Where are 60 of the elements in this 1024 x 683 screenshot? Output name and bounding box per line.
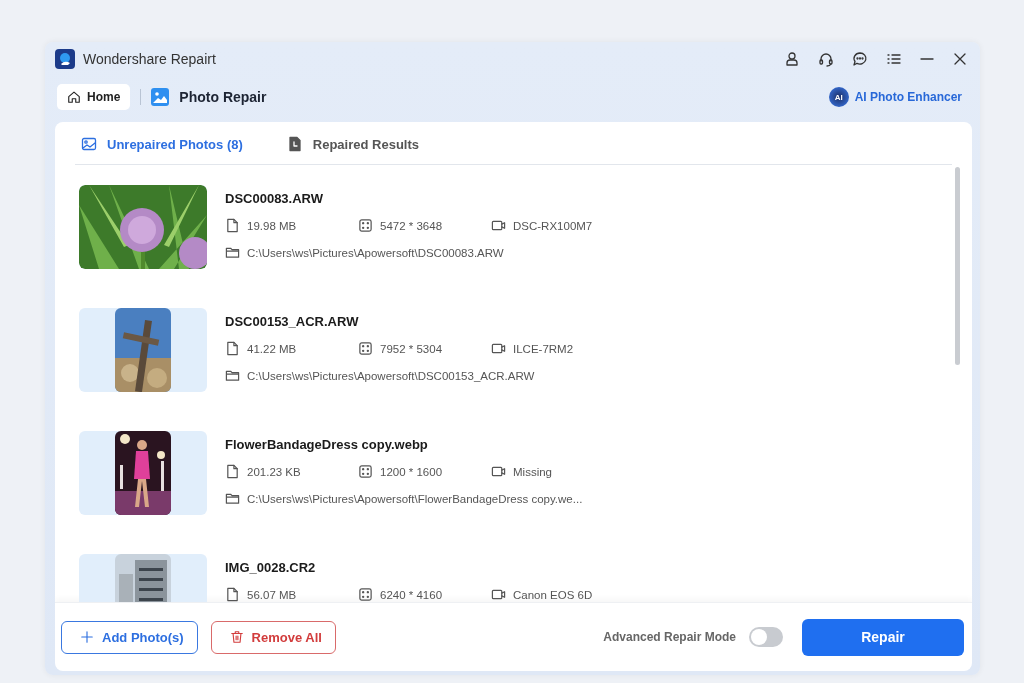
camera-model: Missing xyxy=(513,465,552,478)
trash-icon xyxy=(229,630,244,644)
camera-icon xyxy=(491,218,506,233)
home-icon xyxy=(67,90,81,104)
resolution-icon xyxy=(358,218,373,233)
camera-model: Canon EOS 6D xyxy=(513,588,593,601)
app-logo-icon xyxy=(55,49,75,69)
camera-model: DSC-RX100M7 xyxy=(513,219,593,232)
resolution-icon xyxy=(358,341,373,356)
advanced-mode-toggle[interactable] xyxy=(749,627,783,647)
folder-icon xyxy=(225,245,240,260)
file-size: 56.07 MB xyxy=(247,588,297,601)
file-path: C:\Users\ws\Pictures\Apowersoft\DSC00153_ACR.ARW xyxy=(247,369,535,382)
camera-icon xyxy=(491,341,506,356)
document-icon xyxy=(286,136,303,152)
camera-icon xyxy=(491,464,506,479)
image-icon xyxy=(81,136,97,152)
resolution: 7952 * 5304 xyxy=(380,342,443,355)
file-name: IMG_0028.CR2 xyxy=(225,560,317,575)
camera-icon xyxy=(491,587,506,602)
resolution-icon xyxy=(358,464,373,479)
resolution-icon xyxy=(358,587,373,602)
file-path: C:\Users\ws\Pictures\Apowersoft\DSC00083.ARW xyxy=(247,246,504,259)
file-name: FlowerBandageDress copy.webp xyxy=(225,437,429,452)
user-icon xyxy=(784,51,800,67)
tab[interactable]: Repaired Results xyxy=(286,136,419,152)
add-photos-button[interactable]: Add Photo(s) xyxy=(61,620,198,654)
window-title: Wondershare Repairt xyxy=(83,51,217,67)
home-button[interactable]: Home xyxy=(57,84,131,110)
file-icon xyxy=(225,218,240,233)
ai-enhancer-link[interactable]: AI AI Photo Enhancer xyxy=(822,86,968,108)
folder-icon xyxy=(225,491,240,506)
headset-icon xyxy=(818,51,834,67)
file-size: 201.23 KB xyxy=(247,465,301,478)
chat-icon xyxy=(852,51,868,67)
tab[interactable]: Unrepaired Photos (8) xyxy=(81,136,243,152)
plus-icon xyxy=(80,630,94,644)
file-size: 41.22 MB xyxy=(247,342,297,355)
menu-icon xyxy=(886,51,902,67)
file-name: DSC00083.ARW xyxy=(225,191,325,206)
scrollbar[interactable] xyxy=(955,167,960,365)
minimize-icon xyxy=(920,58,934,60)
file-size: 19.98 MB xyxy=(247,219,297,232)
close-icon xyxy=(952,51,968,67)
remove-all-button[interactable]: Remove All xyxy=(210,620,336,654)
file-icon xyxy=(225,341,240,356)
minimize-button[interactable] xyxy=(918,56,936,62)
mode-label: Advanced Repair Mode xyxy=(603,630,736,644)
folder-icon xyxy=(225,368,240,383)
file-name: DSC00153_ACR.ARW xyxy=(225,314,360,329)
photo-icon xyxy=(151,88,170,106)
file-icon xyxy=(225,587,240,602)
resolution: 5472 * 3648 xyxy=(380,219,443,232)
file-path: C:\Users\ws\Pictures\Apowersoft\FlowerBandageDress copy.we... xyxy=(247,492,583,505)
file-icon xyxy=(225,464,240,479)
camera-model: ILCE-7RM2 xyxy=(513,342,574,355)
repair-button[interactable]: Repair xyxy=(802,618,964,656)
resolution: 1200 * 1600 xyxy=(380,465,443,478)
resolution: 6240 * 4160 xyxy=(380,588,443,601)
page-title: Photo Repair xyxy=(179,89,267,105)
